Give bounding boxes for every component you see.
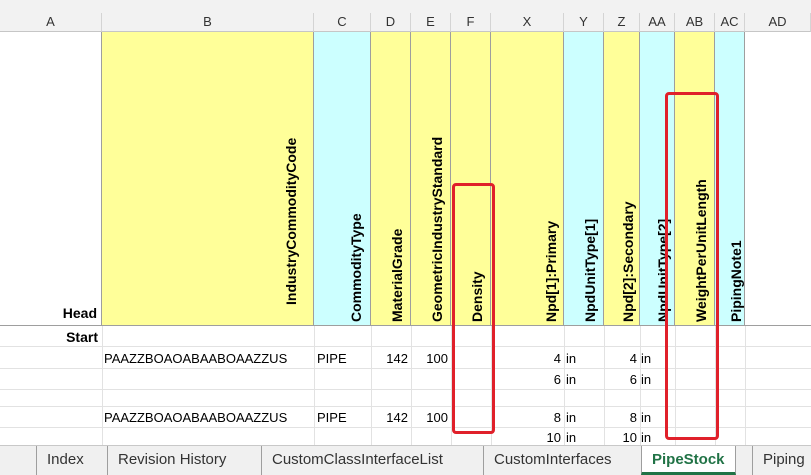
- header-cell-industry-commodity-code[interactable]: IndustryCommodityCode: [102, 32, 314, 326]
- column-header-b[interactable]: B: [102, 13, 314, 32]
- sheet-tab-bar: Index Revision History CustomClassInterf…: [0, 445, 811, 475]
- npd-unit-type-1-cell[interactable]: in: [566, 430, 576, 445]
- header-cell-material-grade[interactable]: MaterialGrade: [371, 32, 411, 326]
- tab-piping[interactable]: Piping: [752, 446, 811, 475]
- column-header-ad[interactable]: AD: [745, 13, 811, 32]
- density-highlight-box: [452, 183, 495, 434]
- column-header-a[interactable]: A: [0, 13, 102, 32]
- start-label[interactable]: Start: [0, 329, 98, 345]
- npd-secondary-cell[interactable]: 4: [604, 351, 637, 366]
- column-divider: [745, 326, 746, 445]
- tab-revision-history[interactable]: Revision History: [107, 446, 236, 475]
- header-cell-geometric-industry-standard[interactable]: GeometricIndustryStandard: [411, 32, 451, 326]
- column-header-c[interactable]: C: [314, 13, 371, 32]
- industry-commodity-code-cell[interactable]: PAAZZBOAOABAABOAAZZUS: [104, 410, 287, 425]
- header-text: GeometricIndustryStandard: [429, 136, 445, 322]
- header-cell-npd-unit-type-1[interactable]: NpdUnitType[1]: [564, 32, 604, 326]
- npd-secondary-cell[interactable]: 10: [604, 430, 637, 445]
- header-text: Npd[1]:Primary: [543, 220, 559, 322]
- header-text: IndustryCommodityCode: [283, 137, 299, 305]
- geometric-standard-cell[interactable]: 100: [411, 351, 448, 366]
- npd-unit-type-1-cell[interactable]: in: [566, 410, 576, 425]
- industry-commodity-code-cell[interactable]: PAAZZBOAOABAABOAAZZUS: [104, 351, 287, 366]
- header-cell-npd-secondary[interactable]: Npd[2]:Secondary: [604, 32, 640, 326]
- weight-per-unit-length-highlight-box: [665, 92, 719, 440]
- column-header-d[interactable]: D: [371, 13, 411, 32]
- header-text: CommodityType: [348, 213, 364, 322]
- geometric-standard-cell[interactable]: 100: [411, 410, 448, 425]
- column-header-ab[interactable]: AB: [675, 13, 715, 32]
- header-cell-npd-primary[interactable]: Npd[1]:Primary: [491, 32, 564, 326]
- tab-custom-interfaces[interactable]: CustomInterfaces: [483, 446, 622, 475]
- column-divider: [102, 326, 103, 445]
- column-divider: [314, 326, 315, 445]
- npd-primary-cell[interactable]: 4: [491, 351, 561, 366]
- header-text: NpdUnitType[1]: [582, 218, 598, 322]
- npd-unit-type-1-cell[interactable]: in: [566, 372, 576, 387]
- commodity-type-cell[interactable]: PIPE: [317, 410, 347, 425]
- tab-index[interactable]: Index: [36, 446, 94, 475]
- head-label: Head: [62, 305, 97, 321]
- column-header-aa[interactable]: AA: [640, 13, 675, 32]
- npd-unit-type-2-cell[interactable]: in: [641, 430, 651, 445]
- column-divider: [411, 326, 412, 445]
- header-cell-commodity-type[interactable]: CommodityType: [314, 32, 371, 326]
- column-header-x[interactable]: X: [491, 13, 564, 32]
- npd-primary-cell[interactable]: 6: [491, 372, 561, 387]
- commodity-type-cell[interactable]: PIPE: [317, 351, 347, 366]
- material-grade-cell[interactable]: 142: [371, 410, 408, 425]
- npd-primary-cell[interactable]: 10: [491, 430, 561, 445]
- header-row-label-cell[interactable]: Head: [0, 32, 102, 326]
- column-header-f[interactable]: F: [451, 13, 491, 32]
- spreadsheet-grid[interactable]: A B C D E F X Y Z AA AB AC AD Head Indus…: [0, 0, 811, 445]
- tab-pipestock[interactable]: PipeStock: [641, 446, 736, 475]
- tab-custom-class-interface-list[interactable]: CustomClassInterfaceList: [261, 446, 453, 475]
- npd-unit-type-2-cell[interactable]: in: [641, 372, 651, 387]
- header-text: MaterialGrade: [389, 228, 405, 322]
- column-header-z[interactable]: Z: [604, 13, 640, 32]
- header-cell-piping-note-1[interactable]: PipingNote1: [715, 32, 745, 326]
- column-divider: [564, 326, 565, 445]
- column-header-ac[interactable]: AC: [715, 13, 745, 32]
- npd-secondary-cell[interactable]: 8: [604, 410, 637, 425]
- column-header-e[interactable]: E: [411, 13, 451, 32]
- column-header-y[interactable]: Y: [564, 13, 604, 32]
- toolbar-strip: [0, 0, 811, 14]
- npd-unit-type-1-cell[interactable]: in: [566, 351, 576, 366]
- npd-primary-cell[interactable]: 8: [491, 410, 561, 425]
- npd-secondary-cell[interactable]: 6: [604, 372, 637, 387]
- header-text: PipingNote1: [728, 240, 744, 322]
- column-divider: [371, 326, 372, 445]
- npd-unit-type-2-cell[interactable]: in: [641, 410, 651, 425]
- material-grade-cell[interactable]: 142: [371, 351, 408, 366]
- npd-unit-type-2-cell[interactable]: in: [641, 351, 651, 366]
- header-text: Npd[2]:Secondary: [620, 201, 636, 322]
- header-cell-ad[interactable]: [745, 32, 811, 326]
